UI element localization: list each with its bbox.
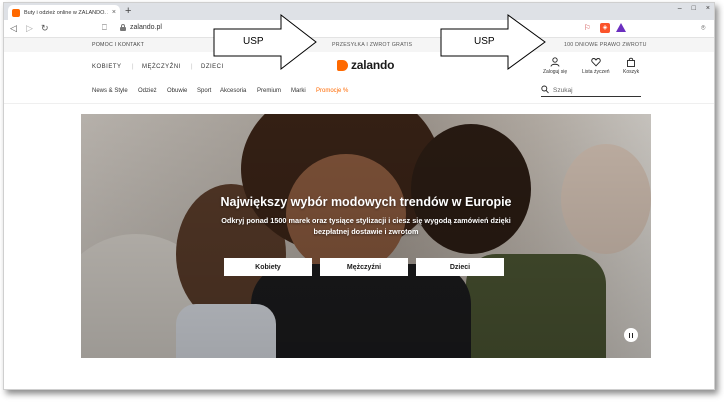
category-accessories[interactable]: Akcesoria [220, 88, 246, 94]
search-box[interactable] [541, 85, 641, 97]
minimize-button[interactable]: – [678, 5, 682, 12]
browser-tab[interactable]: Buty i odzież online w ZALANDO. Z × [8, 5, 120, 20]
zalando-favicon-icon [12, 8, 20, 17]
tab-close-icon[interactable]: × [112, 9, 116, 16]
tab-title: Buty i odzież online w ZALANDO. Z [24, 9, 108, 16]
wishlist-label: Lista życzeń [582, 69, 610, 75]
hero-women-button[interactable]: Kobiety [224, 258, 312, 276]
category-clothing[interactable]: Odzież [138, 88, 157, 94]
category-sport[interactable]: Sport [197, 88, 211, 94]
nav-kids[interactable]: DZIECI [201, 64, 224, 70]
usp-arrow-1-label: USP [243, 36, 264, 47]
zalando-logo[interactable]: zalando [337, 58, 394, 72]
maximize-button[interactable]: □ [692, 5, 696, 12]
category-shoes[interactable]: Obuwie [167, 88, 187, 94]
login-label: Zaloguj się [543, 69, 568, 75]
bookmark-icon[interactable]: ⎕ [102, 23, 107, 33]
zalando-logo-text: zalando [351, 58, 395, 72]
cart-button[interactable]: Koszyk [623, 57, 639, 75]
brave-rewards-icon[interactable] [616, 23, 626, 32]
wishlist-button[interactable]: Lista życzeń [582, 57, 610, 75]
nav-separator: | [191, 64, 193, 70]
heart-icon [582, 57, 610, 68]
back-icon[interactable]: ◁ [10, 23, 17, 34]
window-controls: – □ × [678, 5, 710, 12]
category-premium[interactable]: Premium [257, 88, 281, 94]
category-promotions[interactable]: Promocje % [316, 88, 348, 94]
hero-banner[interactable]: Największy wybór modowych trendów w Euro… [81, 114, 651, 358]
login-button[interactable]: Zaloguj się [543, 57, 567, 75]
hero-men-button[interactable]: Mężczyźni [320, 258, 408, 276]
pause-button[interactable] [624, 328, 638, 342]
usp-strip: POMOC I KONTAKT PRZESYŁKA I ZWROT GRATIS… [4, 38, 714, 52]
hero-kids-button[interactable]: Dzieci [416, 258, 504, 276]
nav-women[interactable]: KOBIETY [92, 64, 122, 70]
header-divider [4, 103, 714, 104]
cart-label: Koszyk [623, 69, 640, 75]
shopping-bag-icon [623, 57, 639, 68]
search-icon [541, 85, 549, 97]
camera-icon[interactable]: ⌾ [701, 23, 706, 33]
new-tab-button[interactable]: + [125, 5, 131, 18]
pause-icon [628, 332, 631, 338]
nav-separator: | [132, 64, 134, 70]
category-brands[interactable]: Marki [291, 88, 306, 94]
url-field[interactable]: zalando.pl [130, 24, 162, 31]
user-icon [543, 57, 567, 68]
reload-icon[interactable]: ↻ [41, 23, 49, 34]
category-news-style[interactable]: News & Style [92, 88, 128, 94]
search-input[interactable] [553, 85, 639, 96]
close-window-button[interactable]: × [706, 5, 710, 12]
lock-icon[interactable] [120, 24, 126, 31]
translate-icon[interactable]: ⚐ [584, 23, 591, 33]
web-page: POMOC I KONTAKT PRZESYŁKA I ZWROT GRATIS… [4, 38, 714, 389]
hero-subtitle: Odkryj ponad 1500 marek oraz tysiące sty… [221, 216, 511, 236]
tab-strip: Buty i odzież online w ZALANDO. Z × + – … [4, 3, 714, 20]
hero-title: Największy wybór modowych trendów w Euro… [220, 195, 512, 209]
usp-arrow-2-label: USP [474, 36, 495, 47]
zalando-logo-mark-icon [337, 59, 348, 71]
pause-icon [631, 332, 634, 338]
browser-window: Buty i odzież online w ZALANDO. Z × + – … [3, 2, 715, 390]
address-bar-row: ◁ ▷ ↻ ⎕ zalando.pl ⚐ ◈ ⌾ [4, 20, 714, 38]
brave-shield-icon[interactable]: ◈ [600, 23, 610, 33]
usp-100-day-returns[interactable]: 100 DNIOWE PRAWO ZWROTU [564, 42, 647, 48]
usp-free-shipping[interactable]: PRZESYŁKA I ZWROT GRATIS [332, 42, 412, 48]
nav-men[interactable]: MĘŻCZYŹNI [142, 64, 181, 70]
help-contact-link[interactable]: POMOC I KONTAKT [92, 42, 144, 48]
forward-icon[interactable]: ▷ [26, 23, 33, 34]
